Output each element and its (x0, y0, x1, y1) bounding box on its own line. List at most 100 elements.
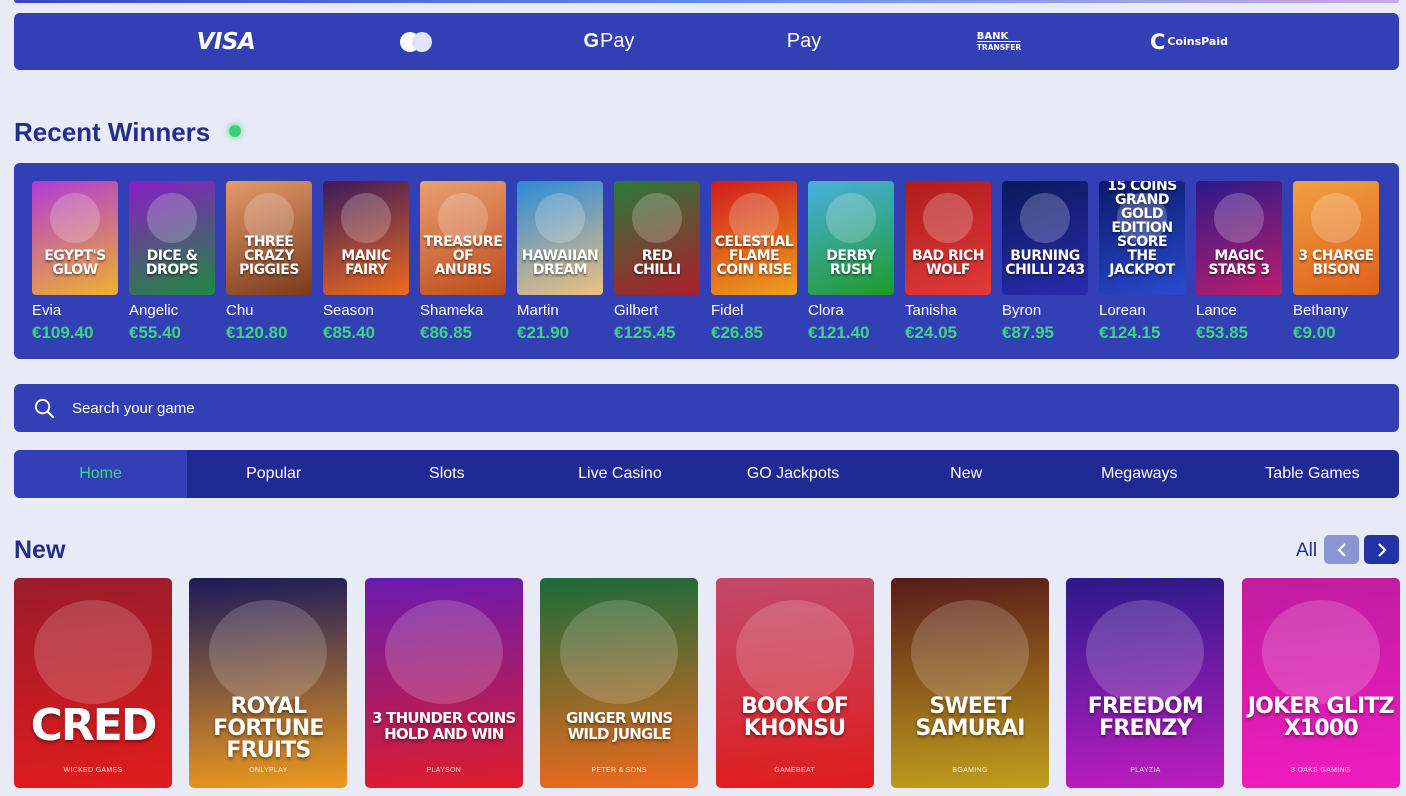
game-tile[interactable]: Royal Fortune Fruits OnlyPlay (189, 578, 348, 788)
winner-game-thumbnail[interactable]: 15 Coins Grand Gold Edition Score the Ja… (1099, 181, 1185, 295)
new-section-title: New (14, 536, 66, 564)
game-title: Freedom Frenzy (1087, 694, 1204, 741)
winner-game-title: Bad Rich Wolf (912, 248, 984, 278)
winner-game-thumbnail[interactable]: Magic Stars 3 (1196, 181, 1282, 295)
winner-player-name: Lorean (1099, 302, 1146, 319)
winner-player-name: Season (323, 302, 374, 319)
game-artwork (560, 600, 679, 704)
game-tile[interactable]: Joker Glitz X1000 3 Oaks Gaming (1241, 578, 1400, 788)
game-tile[interactable]: Sweet Samurai BGaming (891, 578, 1049, 788)
tab-go-jackpots[interactable]: GO Jackpots (707, 450, 880, 498)
winner-game-thumbnail[interactable]: Three Crazy Piggies (226, 181, 312, 295)
game-title: 3 Thunder Coins Hold and Win (372, 709, 516, 743)
winner-player-name: Chu (226, 302, 254, 319)
winner-amount: €109.40 (32, 323, 94, 342)
winner-game-thumbnail[interactable]: Bad Rich Wolf (905, 181, 991, 295)
winner-game-title: Treasure of Anubis (423, 234, 503, 278)
winner-amount: €87.95 (1002, 323, 1054, 342)
tab-home[interactable]: Home (14, 450, 188, 498)
winner-game-title: 3 Charge Bison (1298, 248, 1374, 278)
winner-game-thumbnail[interactable]: Celestial Flame Coin Rise (711, 181, 797, 295)
game-provider: Playson (426, 767, 462, 774)
winner-card[interactable]: Red Chilli Gilbert €125.45 (614, 181, 700, 343)
recent-winners-panel: Egypt's Glow Evia €109.40 Dice & Drops Angel… (14, 163, 1399, 359)
tab-megaways[interactable]: Megaways (1053, 450, 1226, 498)
game-provider: 3 Oaks Gaming (1291, 767, 1351, 774)
winner-card[interactable]: Manic Fairy Season €85.40 (323, 181, 409, 343)
winner-card[interactable]: Dice & Drops Angelic €55.40 (129, 181, 215, 343)
google-pay-logo: G Pay (564, 13, 654, 70)
coinspaid-icon: C (1149, 29, 1166, 54)
carousel-prev-button[interactable] (1324, 535, 1359, 564)
winner-game-title: Burning Chilli 243 (1005, 248, 1085, 278)
tab-table-games[interactable]: Table Games (1226, 450, 1399, 498)
game-search-bar[interactable] (14, 384, 1399, 432)
winner-card[interactable]: 3 Charge Bison Bethany €9.00 (1293, 181, 1379, 343)
tab-popular[interactable]: Popular (187, 450, 360, 498)
winner-game-thumbnail[interactable]: Red Chilli (614, 181, 700, 295)
winner-amount: €120.80 (226, 323, 288, 342)
chevron-right-icon (1377, 542, 1387, 557)
winner-game-thumbnail[interactable]: Manic Fairy (323, 181, 409, 295)
winner-card[interactable]: Treasure of Anubis Shameka €86.85 (420, 181, 506, 343)
game-provider: OnlyPlay (249, 767, 288, 774)
winner-card[interactable]: Three Crazy Piggies Chu €120.80 (226, 181, 312, 343)
visa-logo: VISA (176, 13, 276, 70)
search-input[interactable] (72, 384, 1372, 432)
game-title: Sweet Samurai (915, 694, 1025, 741)
game-title: Royal Fortune Fruits (213, 694, 324, 763)
tab-slots[interactable]: Slots (360, 450, 533, 498)
winner-game-thumbnail[interactable]: Treasure of Anubis (420, 181, 506, 295)
carousel-next-button[interactable] (1364, 535, 1399, 564)
game-title: Ginger Wins Wild Jungle (565, 709, 673, 743)
game-artwork (34, 600, 152, 704)
view-all-link[interactable]: All (1296, 540, 1317, 562)
winner-game-thumbnail[interactable]: Egypt's Glow (32, 181, 118, 295)
top-banner-edge (14, 0, 1399, 3)
game-tile[interactable]: Ginger Wins Wild Jungle Peter & Sons (540, 578, 699, 788)
winner-game-title: Red Chilli (633, 248, 681, 278)
winner-card[interactable]: 15 Coins Grand Gold Edition Score the Ja… (1099, 181, 1185, 343)
winner-amount: €26.85 (711, 323, 763, 342)
tab-new[interactable]: New (880, 450, 1053, 498)
winner-game-title: Dice & Drops (145, 248, 199, 278)
coinspaid-logo: C CoinsPaid (1139, 13, 1239, 70)
game-tile[interactable]: Freedom Frenzy Playzia (1066, 578, 1225, 788)
chevron-left-icon (1336, 542, 1346, 557)
winner-card[interactable]: Egypt's Glow Evia €109.40 (32, 181, 118, 343)
winner-player-name: Angelic (129, 302, 179, 319)
winner-game-thumbnail[interactable]: Burning Chilli 243 (1002, 181, 1088, 295)
winner-game-thumbnail[interactable]: Derby Rush (808, 181, 894, 295)
game-tile[interactable]: Book of Khonsu Gamebeat (715, 578, 874, 788)
winner-player-name: Byron (1002, 302, 1042, 319)
game-provider: Playzia (1130, 767, 1161, 774)
tab-live-casino[interactable]: Live Casino (533, 450, 706, 498)
winner-card[interactable]: Bad Rich Wolf Tanisha €24.05 (905, 181, 991, 343)
winner-player-name: Bethany (1293, 302, 1349, 319)
winner-card[interactable]: Magic Stars 3 Lance €53.85 (1196, 181, 1282, 343)
category-tabs: Home Popular Slots Live Casino GO Jackpots Ne… (14, 450, 1399, 498)
winner-game-title: Three Crazy Piggies (239, 234, 299, 278)
winner-game-title: Manic Fairy (341, 248, 391, 278)
winner-amount: €55.40 (129, 323, 181, 342)
apple-pay-logo: Pay (758, 13, 848, 70)
google-pay-label: Pay (600, 30, 635, 52)
winner-card[interactable]: Hawaiian Dream Martin €21.90 (517, 181, 603, 343)
winner-player-name: Clora (808, 302, 844, 319)
game-provider: Gamebeat (774, 767, 815, 774)
winner-player-name: Evia (32, 302, 62, 319)
winner-card[interactable]: Derby Rush Clora €121.40 (808, 181, 894, 343)
game-artwork (911, 600, 1029, 704)
winner-card[interactable]: Celestial Flame Coin Rise Fidel €26.85 (711, 181, 797, 343)
game-tile[interactable]: 3 Thunder Coins Hold and Win Playson (364, 578, 523, 788)
winner-amount: €9.00 (1293, 323, 1336, 342)
winner-player-name: Fidel (711, 302, 744, 319)
winner-game-thumbnail[interactable]: Dice & Drops (129, 181, 215, 295)
winner-game-thumbnail[interactable]: 3 Charge Bison (1293, 181, 1379, 295)
winner-game-thumbnail[interactable]: Hawaiian Dream (517, 181, 603, 295)
game-provider: BGaming (952, 767, 988, 774)
winner-card[interactable]: Burning Chilli 243 Byron €87.95 (1002, 181, 1088, 343)
winner-player-name: Gilbert (614, 302, 659, 319)
game-tile[interactable]: Cred Wicked Games (14, 578, 172, 788)
winner-player-name: Lance (1196, 302, 1237, 319)
